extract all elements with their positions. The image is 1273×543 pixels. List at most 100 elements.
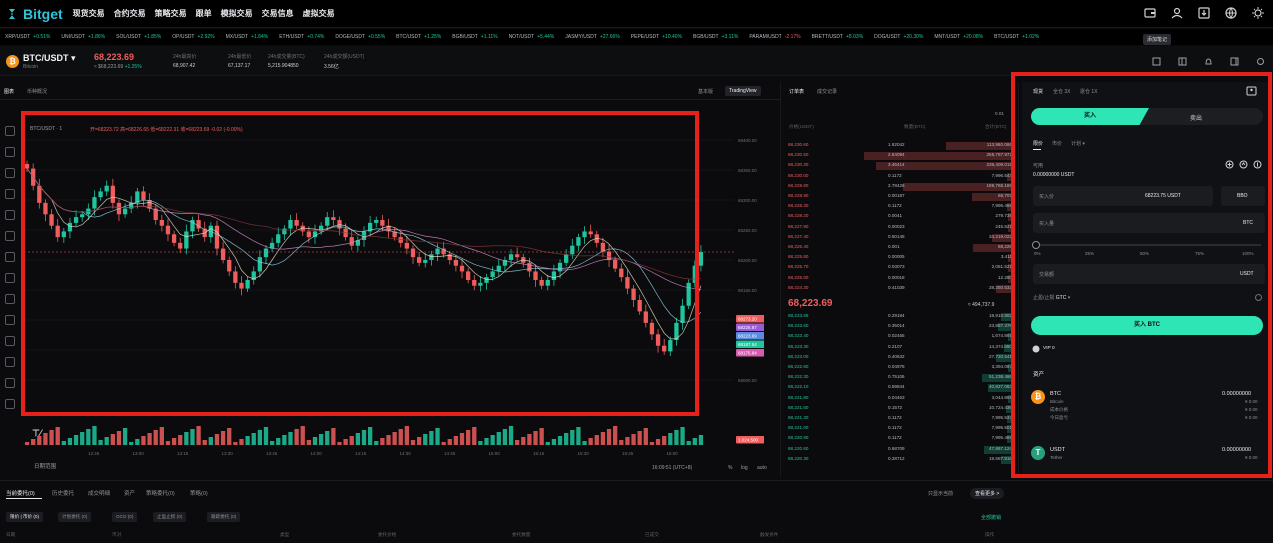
tab-trades[interactable]: 成交记录 (817, 88, 837, 95)
ticker-item[interactable]: ETH/USDT +0.74% (279, 34, 324, 40)
tab-orderbook[interactable]: 订单表 (789, 88, 804, 95)
filter-oco[interactable]: OCO (0) (112, 512, 138, 522)
ticker-item[interactable]: BGB/USDT +3.11% (693, 34, 738, 40)
brand-logo[interactable]: Bitget (6, 6, 63, 22)
tab-basic[interactable]: 基本版 (698, 88, 713, 95)
ticker-item[interactable]: PARAM/USDT -2.17% (749, 34, 800, 40)
ask-row[interactable]: 68,225.80 0.00005 3.411 (788, 254, 1012, 263)
trash-icon[interactable] (5, 399, 15, 409)
layout-icon[interactable] (1178, 57, 1187, 69)
ask-row[interactable]: 68,230.50 2.84094 255,787.972 (788, 152, 1012, 161)
nav-spot[interactable]: 现货交易 (73, 8, 105, 19)
cancel-all-button[interactable]: 全部撤销 (981, 514, 1001, 521)
tab-order-history[interactable]: 历史委托 (52, 489, 74, 497)
ticker-item[interactable]: SOL/USDT +1.85% (116, 34, 161, 40)
text-icon[interactable] (5, 210, 15, 220)
pattern-icon[interactable] (5, 231, 15, 241)
ticker-item[interactable]: PEPE/USDT +10.40% (631, 34, 682, 40)
bid-row[interactable]: 68,221.30 0.1172 7,995.537 (788, 415, 1012, 423)
ask-row[interactable]: 68,230.30 3.46414 236,409.015 (788, 162, 1012, 171)
bid-row[interactable]: 68,222.80 0.04978 3,394.087 (788, 364, 1012, 372)
ask-row[interactable]: 68,230.00 0.1172 7,996.544 (788, 172, 1012, 181)
nav-info[interactable]: 交易信息 (262, 8, 294, 19)
bid-row[interactable]: 68,223.69 0.29184 19,910.802 (788, 313, 1012, 321)
ask-row[interactable]: 68,225.00 0.00018 12.280 (788, 274, 1012, 283)
ticker-item[interactable]: DOG/USDT +20.30% (874, 34, 923, 40)
bid-row[interactable]: 68,223.60 0.35014 23,887.376 (788, 323, 1012, 332)
eye-icon[interactable] (5, 378, 15, 388)
bid-row[interactable]: 68,223.00 0.40632 27,720.541 (788, 353, 1012, 362)
ticker-item[interactable]: OP/USDT +2.92% (172, 34, 214, 40)
filter-tpsl[interactable]: 止盈止损 (0) (153, 512, 187, 522)
ask-row[interactable]: 68,228.20 0.0041 279.736 (788, 213, 1012, 222)
filter-plan[interactable]: 计划委托 (0) (58, 512, 92, 522)
forecast-icon[interactable] (5, 252, 15, 262)
tab-open-orders[interactable]: 当前委托(0) (6, 489, 35, 497)
theme-icon[interactable] (1251, 6, 1265, 20)
ask-row[interactable]: 68,226.40 0.001 68,226 (788, 244, 1012, 252)
ask-row[interactable]: 68,227.90 0.00023 245.521 (788, 223, 1012, 232)
globe-icon[interactable] (1224, 6, 1238, 20)
magnet-icon[interactable] (5, 336, 15, 346)
ticker-item[interactable]: XRP/USDT +0.51% (5, 34, 50, 40)
ticker-item[interactable]: BTC/USDT +1.25% (396, 34, 441, 40)
tab-chart[interactable]: 图表 (4, 88, 14, 95)
emoji-icon[interactable] (5, 273, 15, 283)
tab-trade-history[interactable]: 成交明细 (88, 489, 110, 497)
ticker-item[interactable]: BGB/USDT +1.11% (452, 34, 497, 40)
ask-row[interactable]: 68,228.90 0.00187 68,707 (788, 193, 1012, 201)
nav-bots[interactable]: 策略交易 (155, 8, 187, 19)
lock-icon[interactable] (5, 357, 15, 367)
log-toggle[interactable]: log (741, 465, 748, 471)
note-icon[interactable] (1152, 57, 1161, 69)
bid-row[interactable]: 68,221.60 0.1572 10,724.436 (788, 404, 1012, 413)
sidebar-icon[interactable] (1230, 57, 1239, 69)
settings-icon[interactable] (1256, 57, 1265, 69)
date-range[interactable]: 日期范围 (34, 462, 56, 470)
filter-trailing[interactable]: 跟踪委托 (0) (207, 512, 241, 522)
brush-icon[interactable] (5, 189, 15, 199)
bid-row[interactable]: 68,222.10 0.59844 40,827.063 (788, 384, 1012, 393)
bid-row[interactable]: 68,220.60 0.68709 47,867.124 (788, 445, 1012, 454)
ticker-item[interactable]: BRETT/USDT +8.03% (812, 34, 864, 40)
bid-row[interactable]: 68,221.00 0.1172 7,995.501 (788, 425, 1012, 434)
ask-row[interactable]: 68,227.40 0.50148 34,219.022 (788, 233, 1012, 242)
ask-row[interactable]: 68,229.80 2.78426 189,765.186 (788, 182, 1012, 191)
trendline-icon[interactable] (5, 147, 15, 157)
bell-icon[interactable] (1204, 57, 1213, 69)
ticker-item[interactable]: UNI/USDT +1.86% (61, 34, 105, 40)
ticker-item[interactable]: BTC/USDT +1.02% (994, 34, 1039, 40)
pair-selector[interactable]: BTC/USDT ▾ (23, 53, 76, 64)
download-icon[interactable] (1197, 6, 1211, 20)
nav-futures[interactable]: 合约交易 (114, 8, 146, 19)
auto-toggle[interactable]: auto (757, 465, 767, 471)
ask-row[interactable]: 68,230.60 1.82042 113,960.066 (788, 142, 1012, 150)
ob-step[interactable]: 0.01 (995, 111, 1004, 116)
bid-row[interactable]: 68,221.80 0.04463 3,044.869 (788, 394, 1012, 403)
tab-tradingview[interactable]: TradingView (725, 86, 761, 96)
ticker-item[interactable]: JASMY/USDT +27.66% (565, 34, 620, 40)
user-icon[interactable] (1170, 6, 1184, 20)
ticker-item[interactable]: MX/USDT +1.84% (226, 34, 269, 40)
fib-icon[interactable] (5, 168, 15, 178)
ask-row[interactable]: 68,225.70 0.03073 2,061.521 (788, 264, 1012, 273)
ticker-item[interactable]: NOT/USDT +5.44% (509, 34, 555, 40)
bid-row[interactable]: 68,223.40 0.02455 1,674.891 (788, 333, 1012, 342)
ticker-item[interactable]: DOGE/USDT +0.55% (335, 34, 385, 40)
view-more-button[interactable]: 查看更多 > (970, 488, 1005, 499)
bid-row[interactable]: 68,220.30 0.28712 19,587.816 (788, 455, 1012, 464)
wallet-icon[interactable] (1143, 6, 1157, 20)
ask-row[interactable]: 68,228.30 0.1172 7,996.466 (788, 203, 1012, 212)
ticker-item[interactable]: MNT/USDT +20.08% (934, 34, 983, 40)
ask-row[interactable]: 68,224.30 0.41039 28,250.532 (788, 284, 1012, 293)
tab-coin-info[interactable]: 币种概况 (27, 88, 47, 95)
tab-strategy-orders[interactable]: 策略委托(0) (146, 489, 175, 497)
tab-strategies[interactable]: 策略(0) (190, 489, 208, 497)
bid-row[interactable]: 68,220.90 0.1172 7,995.489 (788, 435, 1012, 444)
zoom-icon[interactable] (5, 315, 15, 325)
nav-copy[interactable]: 跟单 (196, 8, 212, 19)
only-current-toggle[interactable]: 只显示当前 (928, 490, 953, 497)
tab-assets[interactable]: 资产 (124, 489, 135, 497)
crosshair-icon[interactable] (5, 126, 15, 136)
ruler-icon[interactable] (5, 294, 15, 304)
